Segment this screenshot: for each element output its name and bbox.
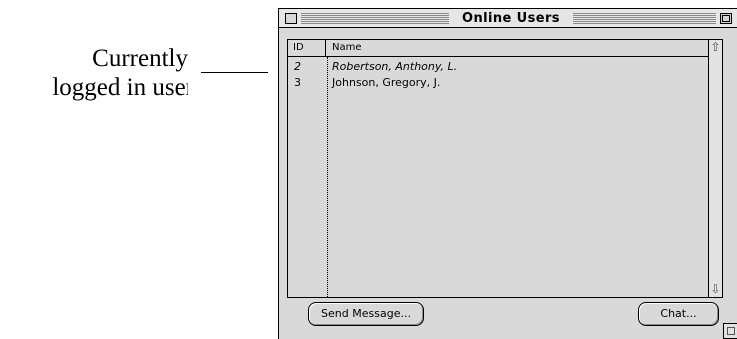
vertical-scrollbar[interactable]: ⇧ ⇩	[708, 39, 723, 298]
title-bar[interactable]: Online Users	[278, 8, 737, 28]
zoom-box-icon[interactable]	[720, 13, 732, 24]
callout-line	[201, 72, 268, 73]
list-rows: 2 Robertson, Anthony, L. 3 Johnson, Greg…	[288, 59, 716, 91]
window-title: Online Users	[449, 11, 573, 27]
list-row[interactable]: 3 Johnson, Gregory, J.	[288, 75, 716, 91]
column-header-id: ID	[293, 42, 304, 53]
column-divider	[325, 40, 326, 56]
close-box-icon[interactable]	[285, 13, 297, 24]
users-list[interactable]: ID Name 2 Robertson, Anthony, L. 3 Johns…	[287, 39, 717, 298]
column-header-name: Name	[332, 42, 362, 53]
row-id: 3	[294, 76, 301, 89]
send-message-button[interactable]: Send Message...	[308, 302, 424, 326]
row-name: Johnson, Gregory, J.	[332, 76, 441, 89]
annotation-line-2: logged in user	[52, 74, 188, 101]
row-id: 2	[294, 60, 301, 73]
down-arrow-icon[interactable]: ⇩	[709, 282, 722, 297]
resize-grow-icon[interactable]	[723, 323, 737, 339]
column-divider-dotted	[327, 57, 328, 297]
up-arrow-icon[interactable]: ⇧	[709, 40, 722, 55]
annotation-label: Currently logged in user	[0, 44, 188, 102]
online-users-window: Online Users ID Name 2 Robertson, Anthon…	[278, 8, 737, 339]
annotation-line-1: Currently	[92, 45, 188, 72]
row-name: Robertson, Anthony, L.	[332, 60, 458, 73]
list-header: ID Name	[288, 40, 716, 57]
window-content: ID Name 2 Robertson, Anthony, L. 3 Johns…	[278, 28, 737, 339]
chat-button[interactable]: Chat...	[638, 302, 719, 326]
list-row-current-user[interactable]: 2 Robertson, Anthony, L.	[288, 59, 716, 75]
